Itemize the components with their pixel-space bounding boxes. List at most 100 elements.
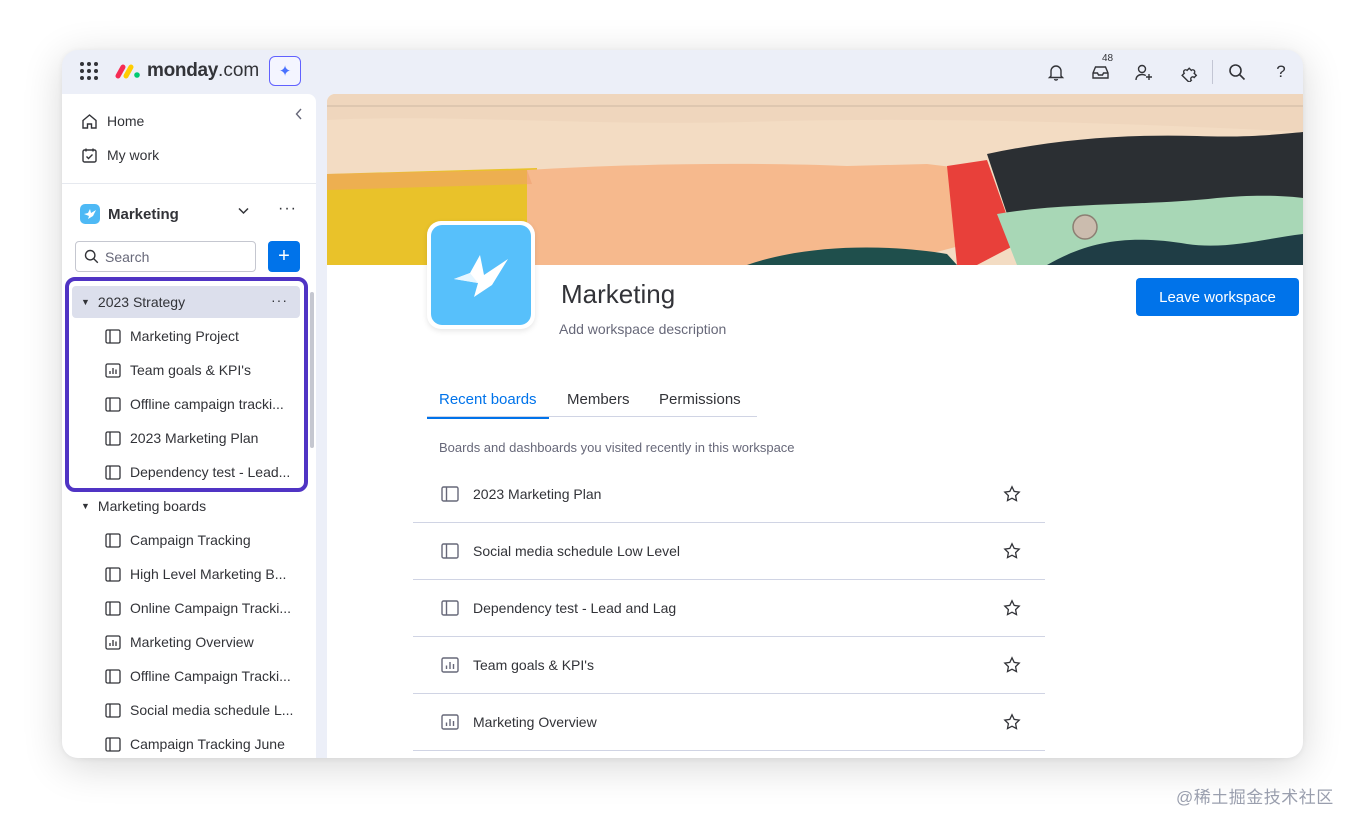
recent-board-label: Team goals & KPI's [473,657,594,673]
workspace-selector[interactable]: Marketing ··· [80,200,300,228]
sidebar-board-offline-campaign-2[interactable]: Offline Campaign Tracki... [104,663,294,689]
sidebar-board-label: Campaign Tracking June [130,736,285,752]
recent-board-row[interactable]: Dependency test - Lead and Lag [413,580,1045,637]
recent-caption: Boards and dashboards you visited recent… [439,440,795,455]
sidebar-board-label: Social media schedule L... [130,702,294,718]
add-item-button[interactable]: + [268,241,300,272]
search-icon [84,249,99,264]
caret-down-icon: ▼ [81,297,90,307]
workspace-more-icon[interactable]: ··· [278,200,297,218]
sidebar-board-label: Team goals & KPI's [130,362,251,378]
sidebar-board-label: Marketing Project [130,328,239,344]
sidebar-board-high-level-marketing[interactable]: High Level Marketing B... [104,561,294,587]
board-icon [441,485,459,503]
sidebar-board-2023-marketing-plan[interactable]: 2023 Marketing Plan [104,425,294,451]
recent-board-label: Dependency test - Lead and Lag [473,600,677,616]
board-icon [104,328,121,345]
sidebar-board-marketing-project[interactable]: Marketing Project [104,323,294,349]
star-icon[interactable] [1002,598,1022,618]
star-icon[interactable] [1002,712,1022,732]
star-icon[interactable] [1002,484,1022,504]
sidebar-board-dependency-test[interactable]: Dependency test - Lead... [104,459,294,485]
folder-marketing-boards[interactable]: ▼ Marketing boards [72,490,300,522]
sidebar-board-marketing-overview[interactable]: Marketing Overview [104,629,294,655]
folder-name: 2023 Strategy [97,294,186,310]
board-icon [104,396,121,413]
apps-grid-icon[interactable] [80,62,98,80]
nav-my-work[interactable]: My work [80,142,159,168]
workspace-title[interactable]: Marketing [561,279,675,310]
sidebar-scrollbar[interactable] [310,292,314,448]
nav-home[interactable]: Home [80,108,144,134]
nav-home-label: Home [107,113,145,129]
board-icon [104,736,121,753]
chevron-left-icon [295,108,302,120]
tab-recent-boards[interactable]: Recent boards [427,391,549,419]
sidebar-board-social-media[interactable]: Social media schedule L... [104,697,294,723]
board-icon [104,464,121,481]
calendar-check-icon [80,146,98,164]
sidebar-search-input[interactable]: Search [75,241,256,272]
dashboard-icon [104,362,121,379]
board-icon [104,566,121,583]
workspace-tabs: Recent boards Members Permissions [427,387,757,419]
recent-board-row[interactable]: 2023 Marketing Plan [413,466,1045,523]
tab-permissions[interactable]: Permissions [659,391,741,417]
sidebar-board-label: Dependency test - Lead... [130,464,291,480]
invite-user-icon[interactable] [1132,60,1156,84]
recent-board-row[interactable]: Marketing Overview [413,694,1045,751]
sidebar-board-team-goals[interactable]: Team goals & KPI's [104,357,294,383]
top-bar: monday .com ✦ 48 ? [62,50,1303,94]
recent-board-row[interactable]: Team goals & KPI's [413,637,1045,694]
logo-text: monday [147,60,219,81]
sidebar-board-campaign-tracking[interactable]: Campaign Tracking [104,527,294,553]
collapse-sidebar-button[interactable] [288,103,310,125]
dashboard-icon [104,634,121,651]
sidebar-board-label: Online Campaign Tracki... [130,600,292,616]
search-icon[interactable] [1225,60,1249,84]
nav-my-work-label: My work [107,147,160,163]
inbox-count-badge: 48 [1099,52,1117,66]
recent-board-row[interactable]: Social media schedule Low Level [413,523,1045,580]
dashboard-icon [441,656,459,674]
app-window: monday .com ✦ 48 ? Home My work Marketin… [62,50,1303,758]
puzzle-icon[interactable] [1176,60,1200,84]
sidebar-board-online-campaign[interactable]: Online Campaign Tracki... [104,595,294,621]
tab-members[interactable]: Members [567,391,630,417]
sidebar-board-label: Offline Campaign Tracki... [130,668,291,684]
board-icon [104,532,121,549]
board-icon [104,702,121,719]
board-icon [104,668,121,685]
topbar-divider [1212,60,1213,84]
leave-workspace-button[interactable]: Leave workspace [1136,278,1299,316]
folder-more-icon[interactable]: ··· [271,292,288,308]
sidebar-board-campaign-tracking-june[interactable]: Campaign Tracking June [104,731,294,757]
dashboard-icon [441,713,459,731]
folder-name: Marketing boards [97,498,207,514]
home-icon [80,112,98,130]
sidebar-board-offline-campaign[interactable]: Offline campaign tracki... [104,391,294,417]
help-icon[interactable]: ? [1269,60,1293,84]
sidebar-board-label: Campaign Tracking [130,532,251,548]
recent-board-label: 2023 Marketing Plan [473,486,602,502]
folder-2023-strategy[interactable]: ▼ 2023 Strategy ··· [72,286,300,318]
sparkle-icon: ✦ [278,63,292,80]
workspace-logo-icon [80,204,100,224]
sidebar-board-label: High Level Marketing B... [130,566,287,582]
search-placeholder: Search [105,248,150,265]
workspace-name: Marketing [108,205,179,223]
bell-icon[interactable] [1044,60,1068,84]
ai-assistant-button[interactable]: ✦ [269,56,301,86]
star-icon[interactable] [1002,655,1022,675]
sidebar-board-label: Offline campaign tracki... [130,396,284,412]
star-icon[interactable] [1002,541,1022,561]
watermark-text: @稀土掘金技术社区 [1176,788,1334,807]
board-icon [441,542,459,560]
caret-down-icon: ▼ [81,501,90,511]
monday-logo[interactable]: monday .com [115,59,259,83]
chevron-down-icon[interactable] [238,204,249,218]
recent-board-label: Marketing Overview [473,714,597,730]
workspace-description[interactable]: Add workspace description [559,321,726,337]
board-icon [104,600,121,617]
workspace-big-logo-icon[interactable] [427,221,535,329]
